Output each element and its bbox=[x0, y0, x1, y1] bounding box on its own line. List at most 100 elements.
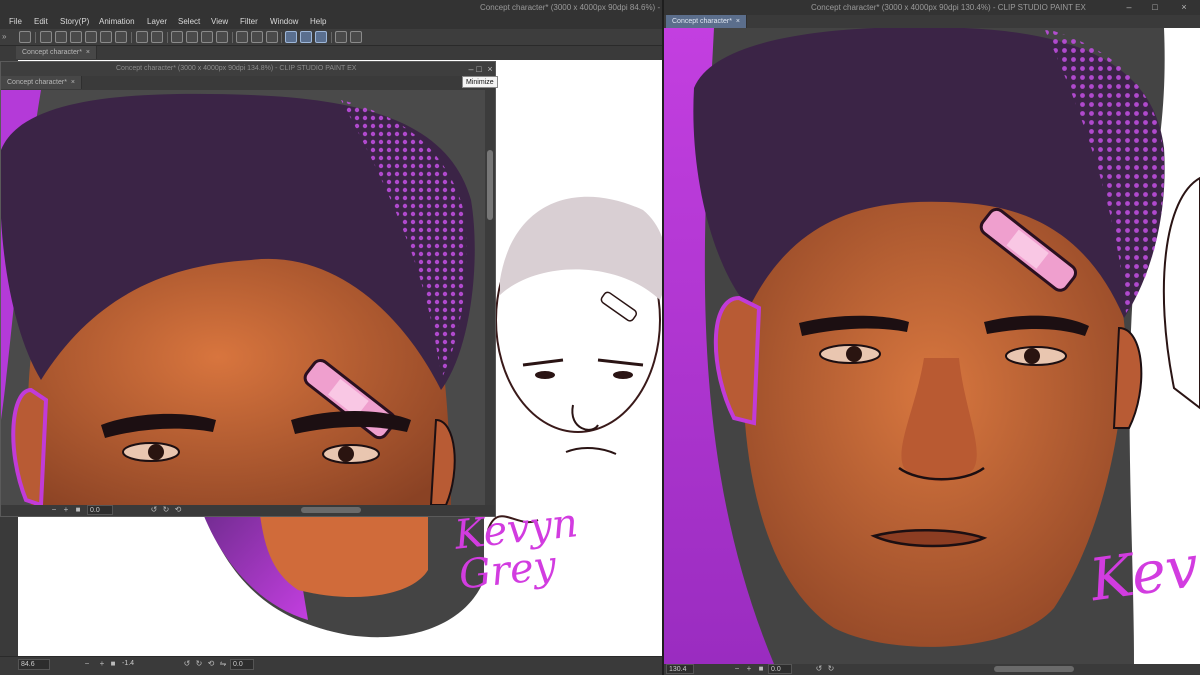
sub-zoom-in-button[interactable]: + bbox=[61, 505, 71, 515]
sub-tab-label: Concept character* bbox=[7, 79, 67, 86]
sub-restore-button[interactable]: □ bbox=[474, 64, 484, 74]
right-tab-concept-character[interactable]: Concept character* × bbox=[666, 15, 748, 28]
left-window-title: Concept character* (3000 x 4000px 90dpi … bbox=[480, 3, 681, 12]
transform-icon[interactable] bbox=[201, 31, 213, 43]
expand-chevron-icon[interactable]: » bbox=[2, 32, 6, 41]
right-minimize-button[interactable]: – bbox=[1124, 2, 1134, 12]
new-file-icon[interactable] bbox=[40, 31, 52, 43]
right-zoom-in-button[interactable]: + bbox=[744, 664, 754, 674]
sketch-right-eye bbox=[613, 371, 633, 379]
menu-help[interactable]: Help bbox=[310, 17, 326, 26]
right-tab-close-icon[interactable]: × bbox=[736, 18, 740, 25]
rotate-left-icon[interactable]: ↺ bbox=[182, 659, 192, 669]
right-restore-button[interactable]: □ bbox=[1150, 2, 1160, 12]
sub-fit-icon[interactable]: ■ bbox=[73, 505, 83, 515]
fit-icon[interactable]: ■ bbox=[108, 659, 118, 669]
right-tab-label: Concept character* bbox=[672, 18, 732, 25]
menu-story[interactable]: Story(P) bbox=[60, 17, 89, 26]
invert-selection-icon[interactable] bbox=[251, 31, 263, 43]
sub-horizontal-scrollbar[interactable] bbox=[301, 507, 361, 513]
sub-tab-close-icon[interactable]: × bbox=[71, 79, 75, 86]
right-zoom-field[interactable]: 130.4 bbox=[666, 664, 694, 674]
assets-icon[interactable] bbox=[335, 31, 347, 43]
zoom-in-button[interactable]: + bbox=[97, 659, 107, 669]
right-canvas[interactable]: Kevyn Grey bbox=[664, 28, 1200, 664]
left-tab-bar: Concept character* × bbox=[0, 46, 662, 59]
right-status-bar: 130.4 − + ■ 0.0 ↺ ↻ bbox=[664, 664, 1200, 675]
undo-icon[interactable] bbox=[136, 31, 148, 43]
loading-icon[interactable] bbox=[171, 31, 183, 43]
rotation-field[interactable]: -1.4 bbox=[120, 659, 148, 670]
left-iris bbox=[846, 346, 862, 362]
minimize-tooltip: Minimize bbox=[462, 76, 498, 88]
menu-filter[interactable]: Filter bbox=[240, 17, 258, 26]
deselect-icon[interactable] bbox=[266, 31, 278, 43]
left-status-bar: 84.6 − + ■ -1.4 ↺ ↻ ⟲ ⇋ 0.0 bbox=[0, 656, 662, 675]
tab-label: Concept character* bbox=[22, 49, 82, 56]
right-iris bbox=[338, 446, 354, 462]
sub-canvas[interactable] bbox=[1, 90, 485, 505]
sub-status-bar: − + ■ 0.0 ↺ ↻ ⟲ bbox=[1, 505, 495, 516]
right-rotate-right-icon[interactable]: ↻ bbox=[826, 664, 836, 674]
flip-icon[interactable]: ⇋ bbox=[218, 659, 228, 669]
right-tab-bar: Concept character* × bbox=[664, 15, 1200, 28]
angle-field[interactable]: 0.0 bbox=[230, 659, 254, 670]
right-horizontal-scrollbar[interactable] bbox=[994, 666, 1074, 672]
right-window-title: Concept character* (3000 x 4000px 90dpi … bbox=[811, 3, 1086, 12]
right-fit-icon[interactable]: ■ bbox=[756, 664, 766, 674]
special-ruler-snap-icon[interactable] bbox=[300, 31, 312, 43]
menu-select[interactable]: Select bbox=[178, 17, 200, 26]
ruler-snap-icon[interactable] bbox=[285, 31, 297, 43]
sub-rotate-left-icon[interactable]: ↺ bbox=[149, 505, 159, 515]
right-app-window: Concept character* (3000 x 4000px 90dpi … bbox=[662, 0, 1200, 675]
sub-reset-rotation-icon[interactable]: ⟲ bbox=[173, 505, 183, 515]
export-icon[interactable] bbox=[85, 31, 97, 43]
right-ear bbox=[429, 418, 456, 505]
floating-canvas-window[interactable]: Concept character* (3000 x 4000px 90dpi … bbox=[0, 61, 496, 517]
right-zoom-out-button[interactable]: − bbox=[732, 664, 742, 674]
right-rotate-left-icon[interactable]: ↺ bbox=[814, 664, 824, 674]
sub-vertical-scrollbar[interactable] bbox=[485, 90, 495, 505]
share-icon[interactable] bbox=[115, 31, 127, 43]
right-title-bar: Concept character* (3000 x 4000px 90dpi … bbox=[664, 0, 1200, 15]
menu-file[interactable]: File bbox=[9, 17, 22, 26]
crop-icon[interactable] bbox=[216, 31, 228, 43]
rotate-right-icon[interactable]: ↻ bbox=[194, 659, 204, 669]
sub-window-title: Concept character* (3000 x 4000px 90dpi … bbox=[116, 65, 357, 72]
menu-layer[interactable]: Layer bbox=[147, 17, 167, 26]
menu-window[interactable]: Window bbox=[270, 17, 298, 26]
print-icon[interactable] bbox=[100, 31, 112, 43]
sketch-left-eye bbox=[535, 371, 555, 379]
clip-studio-icon[interactable] bbox=[19, 31, 31, 43]
reset-rotation-icon[interactable]: ⟲ bbox=[206, 659, 216, 669]
fill-icon[interactable] bbox=[186, 31, 198, 43]
sub-tab-concept-character[interactable]: Concept character* × bbox=[1, 76, 83, 89]
redo-icon[interactable] bbox=[151, 31, 163, 43]
left-title-bar: Concept character* (3000 x 4000px 90dpi … bbox=[0, 0, 680, 15]
sketch-mouth bbox=[565, 446, 617, 455]
right-angle-field[interactable]: 0.0 bbox=[768, 664, 792, 674]
tab-close-icon[interactable]: × bbox=[86, 49, 90, 56]
command-bar: » bbox=[0, 29, 662, 46]
menu-view[interactable]: View bbox=[211, 17, 228, 26]
left-menu-bar: File Edit Story(P) Animation Layer Selec… bbox=[0, 15, 662, 29]
sub-angle-field[interactable]: 0.0 bbox=[87, 505, 113, 515]
sub-window-title-bar[interactable]: Concept character* (3000 x 4000px 90dpi … bbox=[1, 62, 495, 76]
sub-close-button[interactable]: × bbox=[485, 64, 495, 74]
tab-concept-character[interactable]: Concept character* × bbox=[16, 46, 98, 59]
artwork-color-zoom bbox=[1, 90, 485, 505]
zoom-out-button[interactable]: − bbox=[82, 659, 92, 669]
sub-zoom-out-button[interactable]: − bbox=[49, 505, 59, 515]
sub-tab-bar: Concept character* × bbox=[1, 76, 495, 89]
sub-rotate-right-icon[interactable]: ↻ bbox=[161, 505, 171, 515]
menu-edit[interactable]: Edit bbox=[34, 17, 48, 26]
save-icon[interactable] bbox=[70, 31, 82, 43]
zoom-field[interactable]: 84.6 bbox=[18, 659, 50, 670]
open-file-icon[interactable] bbox=[55, 31, 67, 43]
right-iris bbox=[1024, 348, 1040, 364]
select-all-icon[interactable] bbox=[236, 31, 248, 43]
grid-snap-icon[interactable] bbox=[315, 31, 327, 43]
help-icon[interactable] bbox=[350, 31, 362, 43]
menu-animation[interactable]: Animation bbox=[99, 17, 135, 26]
right-close-button[interactable]: × bbox=[1179, 2, 1189, 12]
